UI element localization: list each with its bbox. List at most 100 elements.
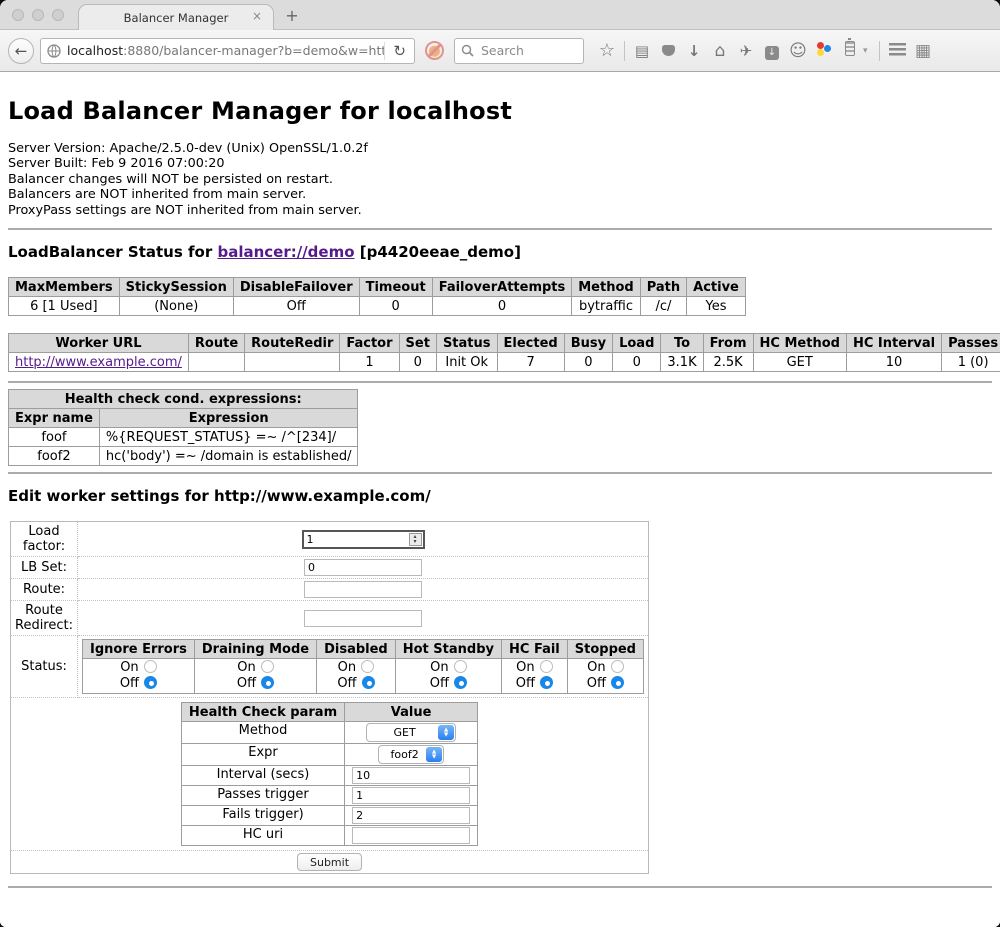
tab-bar: Balancer Manager × + (0, 0, 1000, 30)
route-input[interactable] (304, 581, 422, 598)
clipboard-icon[interactable]: ▤ (629, 42, 655, 60)
grid-extension-icon[interactable]: ▦ (910, 41, 936, 61)
page-content: Load Balancer Manager for localhost Serv… (0, 72, 1000, 927)
worker-url-link[interactable]: http://www.example.com/ (15, 355, 182, 370)
back-button[interactable]: ← (8, 38, 34, 64)
disabled-off-radio[interactable] (362, 676, 375, 689)
stopped-on-radio[interactable] (611, 660, 624, 673)
number-spinner[interactable]: ▴▾ (409, 533, 422, 546)
load-factor-input[interactable] (304, 533, 409, 546)
param-row: Method GET ▲▼ (181, 722, 477, 744)
navigation-toolbar: ← localhost:8880/balancer-manager?b=demo… (0, 30, 1000, 72)
cell-from: 2.5K (703, 353, 753, 372)
url-text[interactable]: localhost:8880/balancer-manager?b=demo&w… (67, 43, 384, 58)
server-info: Server Version: Apache/2.5.0-dev (Unix) … (8, 141, 992, 218)
column-header: Expr name (9, 409, 100, 428)
column-header: Passes (942, 334, 1000, 353)
method-select[interactable]: GET ▲▼ (366, 723, 456, 742)
hc-fail-on-radio[interactable] (540, 660, 553, 673)
send-tab-icon[interactable]: ✈ (733, 42, 759, 60)
downloads-icon[interactable]: ↓ (681, 42, 707, 60)
save-page-icon[interactable]: ↓ (759, 41, 785, 60)
route-redirect-input[interactable] (304, 610, 422, 627)
reload-button[interactable]: ↻ (384, 42, 410, 60)
new-tab-button[interactable]: + (282, 8, 302, 24)
zoom-window-button[interactable] (52, 9, 64, 21)
param-row: Expr foof2 ▲▼ (181, 744, 477, 766)
hc-fail-off-radio[interactable] (540, 676, 553, 689)
load-factor-field[interactable]: ▴▾ (302, 530, 425, 549)
home-icon[interactable]: ⌂ (707, 41, 733, 61)
menu-icon[interactable] (884, 42, 910, 60)
inherit-note: Balancers are NOT inherited from main se… (8, 187, 992, 202)
balancer-params-table: MaxMembers StickySession DisableFailover… (8, 277, 746, 316)
cell-expression: hc('body') =~ /domain is established/ (99, 447, 358, 466)
column-header: Set (399, 334, 436, 353)
lb-set-input[interactable] (304, 559, 422, 576)
cell-route (188, 353, 244, 372)
chat-icon[interactable]: ☺ (785, 41, 811, 61)
battery-extension-icon[interactable] (837, 41, 863, 60)
adblock-icon[interactable] (425, 41, 444, 60)
status-row: Status: Ignore Errors Draining Mode Disa… (11, 636, 649, 698)
hot-standby-on-radio[interactable] (454, 660, 467, 673)
divider (8, 472, 992, 474)
tab-balancer-manager[interactable]: Balancer Manager × (78, 4, 274, 30)
draining-mode-on-radio[interactable] (261, 660, 274, 673)
on-label: On (430, 660, 448, 675)
interval-input[interactable] (352, 767, 470, 784)
pocket-icon[interactable] (655, 42, 681, 60)
fails-input[interactable] (352, 807, 470, 824)
minimize-window-button[interactable] (32, 9, 44, 21)
stopped-off-radio[interactable] (611, 676, 624, 689)
status-label: Status: (11, 636, 78, 698)
column-header: StickySession (119, 278, 233, 297)
submit-button[interactable]: Submit (297, 853, 362, 871)
divider (8, 381, 992, 383)
ignore-errors-off-radio[interactable] (144, 676, 157, 689)
url-path: :8880/balancer-manager?b=demo&w=http://w… (123, 43, 384, 58)
column-header: MaxMembers (9, 278, 120, 297)
route-redirect-label: Route Redirect: (11, 601, 78, 636)
hc-uri-input[interactable] (352, 827, 470, 844)
draining-mode-off-radio[interactable] (261, 676, 274, 689)
balancer-demo-link[interactable]: balancer://demo (217, 243, 354, 261)
bookmark-star-icon[interactable]: ☆ (594, 40, 620, 61)
passes-input[interactable] (352, 787, 470, 804)
persist-note: Balancer changes will NOT be persisted o… (8, 172, 992, 187)
column-header: Expression (99, 409, 358, 428)
cell-stickysession: (None) (119, 297, 233, 316)
proxypass-note: ProxyPass settings are NOT inherited fro… (8, 203, 992, 218)
cell-expression: %{REQUEST_STATUS} =~ /^[234]/ (99, 428, 358, 447)
heading-suffix: [p4420eeae_demo] (355, 243, 521, 261)
disabled-on-radio[interactable] (361, 660, 374, 673)
search-box[interactable] (454, 38, 584, 64)
url-bar[interactable]: localhost:8880/balancer-manager?b=demo&w… (40, 38, 415, 64)
column-header: Status (436, 334, 497, 353)
param-row: HC uri (181, 826, 477, 846)
search-input[interactable] (479, 42, 569, 59)
status-column-header: Draining Mode (194, 640, 316, 659)
column-header: From (703, 334, 753, 353)
hc-expressions-title: Health check cond. expressions: (9, 390, 358, 409)
expr-select[interactable]: foof2 ▲▼ (378, 745, 444, 764)
close-tab-icon[interactable]: × (250, 10, 264, 24)
hot-standby-off-radio[interactable] (454, 676, 467, 689)
column-header: RouteRedir (245, 334, 340, 353)
page-title: Load Balancer Manager for localhost (8, 97, 992, 125)
status-column-header: HC Fail (502, 640, 568, 659)
colors-extension-icon[interactable] (811, 41, 837, 61)
browser-window: Balancer Manager × + ← localhost:8880/ba… (0, 0, 1000, 927)
cell-timeout: 0 (359, 297, 432, 316)
column-header: Load (613, 334, 661, 353)
tab-title: Balancer Manager (124, 11, 229, 25)
overflow-caret-icon[interactable]: ▾ (863, 46, 875, 56)
on-label: On (516, 660, 534, 675)
close-window-button[interactable] (12, 9, 24, 21)
off-label: Off (516, 676, 535, 691)
ignore-errors-on-radio[interactable] (144, 660, 157, 673)
cell-to: 3.1K (661, 353, 703, 372)
worker-row: http://www.example.com/ 1 0 Init Ok 7 0 … (9, 353, 1000, 372)
status-column-header: Stopped (567, 640, 643, 659)
cell-elected: 7 (497, 353, 564, 372)
